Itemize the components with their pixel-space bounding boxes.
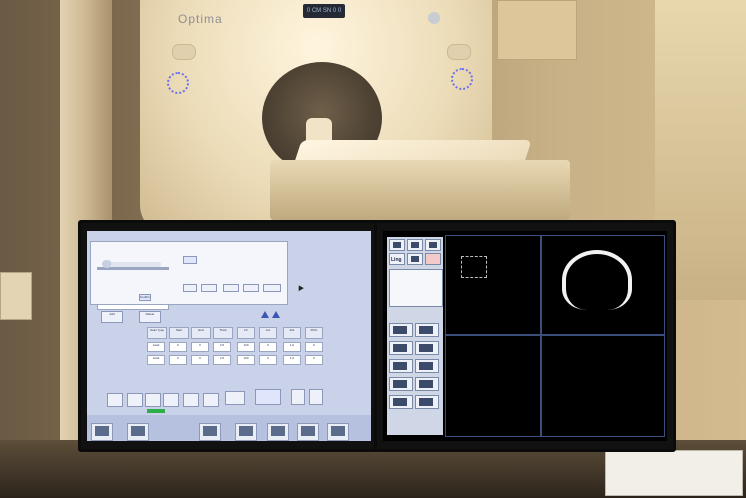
table-header: Start [169,327,189,339]
table-cell[interactable]: 2.5 [213,342,231,352]
position-option-button[interactable] [183,256,197,264]
action-button[interactable] [107,393,123,407]
wall-socket [0,272,32,320]
gantry-brand: Optima [178,12,223,26]
position-select-5[interactable] [263,284,281,292]
gantry-right-ring-icon [451,68,473,90]
table-cell[interactable]: 0 [191,342,209,352]
taskbar-item[interactable] [91,423,113,441]
viewer-tool[interactable] [425,253,441,265]
action-button[interactable] [225,391,245,405]
patient-position-icon [97,258,169,272]
series-thumb[interactable] [389,395,413,409]
gantry-right-button [447,44,471,60]
table-header: mA [259,327,277,339]
table-cell[interactable]: 0 [305,342,323,352]
table-cell[interactable]: 0 [259,342,277,352]
table-header: Pitch [305,327,323,339]
table-cell[interactable]: 1.0 [283,355,301,365]
position-select-2[interactable] [201,284,217,292]
taskbar-item[interactable] [199,423,221,441]
viewer-tool[interactable] [425,239,441,251]
position-select-1[interactable] [183,284,197,292]
table-cell[interactable]: 0 [305,355,323,365]
image-viewer-screen: Ling [383,231,667,441]
position-select-4[interactable] [243,284,259,292]
mouse-cursor-icon [296,283,304,292]
series-thumb[interactable] [415,323,439,337]
gantry-display: 0 CM SN 0 0 [303,4,345,18]
ct-skull-image [562,250,632,310]
left-monitor: Patient Protocol Scan Recon Confirm Add … [78,220,380,452]
add-series-button[interactable]: Add [101,311,123,323]
viewer-tool[interactable]: Ling [389,253,405,265]
table-cell[interactable]: 2.5 [213,355,231,365]
confirm-button[interactable]: Confirm [139,294,151,301]
viewport-bottom-right[interactable] [541,335,665,437]
action-button[interactable] [203,393,219,407]
table-cell[interactable]: 0 [191,355,209,365]
start-scan-button[interactable] [255,389,281,405]
action-button[interactable] [163,393,179,407]
table-cell[interactable]: 0 [169,342,187,352]
taskbar-item[interactable] [267,423,289,441]
scroll-up-icon[interactable] [261,311,269,318]
taskbar-item[interactable] [235,423,257,441]
gantry-left-ring-icon [167,72,189,94]
series-thumb[interactable] [389,341,413,355]
table-header: Rot [283,327,301,339]
wall-cabinet [497,0,577,60]
action-button[interactable] [127,393,143,407]
delete-series-button[interactable]: Delete [139,311,161,323]
status-indicator [147,409,165,413]
scan-console-screen: Patient Protocol Scan Recon Confirm Add … [87,231,371,441]
taskbar [87,415,371,441]
table-header: Thick [213,327,233,339]
taskbar-item[interactable] [127,423,149,441]
viewer-tool[interactable] [407,239,423,251]
series-thumb[interactable] [415,377,439,391]
viewer-tool[interactable] [407,253,423,265]
series-thumb[interactable] [415,341,439,355]
brand-logo-icon [428,12,440,24]
series-list[interactable] [389,269,443,307]
viewport-top-left[interactable] [445,235,541,335]
viewer-sidebar: Ling [387,237,443,435]
console-header: Patient Protocol Scan Recon [91,234,281,248]
patient-id-field[interactable] [97,304,169,310]
gantry-left-button [172,44,196,60]
taskbar-item[interactable] [327,423,349,441]
series-thumb[interactable] [389,359,413,373]
supply-basket [605,450,743,496]
stop-button[interactable] [309,389,323,405]
taskbar-item[interactable] [297,423,319,441]
table-cell[interactable]: 0 [169,355,187,365]
table-cell[interactable]: Axial [147,342,165,352]
table-cell[interactable]: 1.0 [283,342,301,352]
scroll-up-icon-2[interactable] [272,311,280,318]
position-select-3[interactable] [223,284,239,292]
patient-table [270,160,570,220]
series-thumb[interactable] [389,323,413,337]
right-monitor: Ling [374,220,676,452]
series-thumb[interactable] [415,395,439,409]
pause-button[interactable] [291,389,305,405]
table-cell[interactable]: 0 [259,355,277,365]
patient-position-panel: Confirm [90,241,288,310]
viewer-tool[interactable] [389,239,405,251]
series-thumb[interactable] [389,377,413,391]
scout-image [461,256,487,278]
table-header: End [191,327,211,339]
viewport-bottom-left[interactable] [445,335,541,437]
action-button[interactable] [145,393,161,407]
table-cell[interactable]: Axial [147,355,165,365]
table-cell[interactable]: 120 [237,342,255,352]
series-thumb[interactable] [415,359,439,373]
table-cell[interactable]: 120 [237,355,255,365]
action-button[interactable] [183,393,199,407]
table-header: Scan Type [147,327,167,339]
table-header: kV [237,327,255,339]
viewport-top-right[interactable] [541,235,665,335]
